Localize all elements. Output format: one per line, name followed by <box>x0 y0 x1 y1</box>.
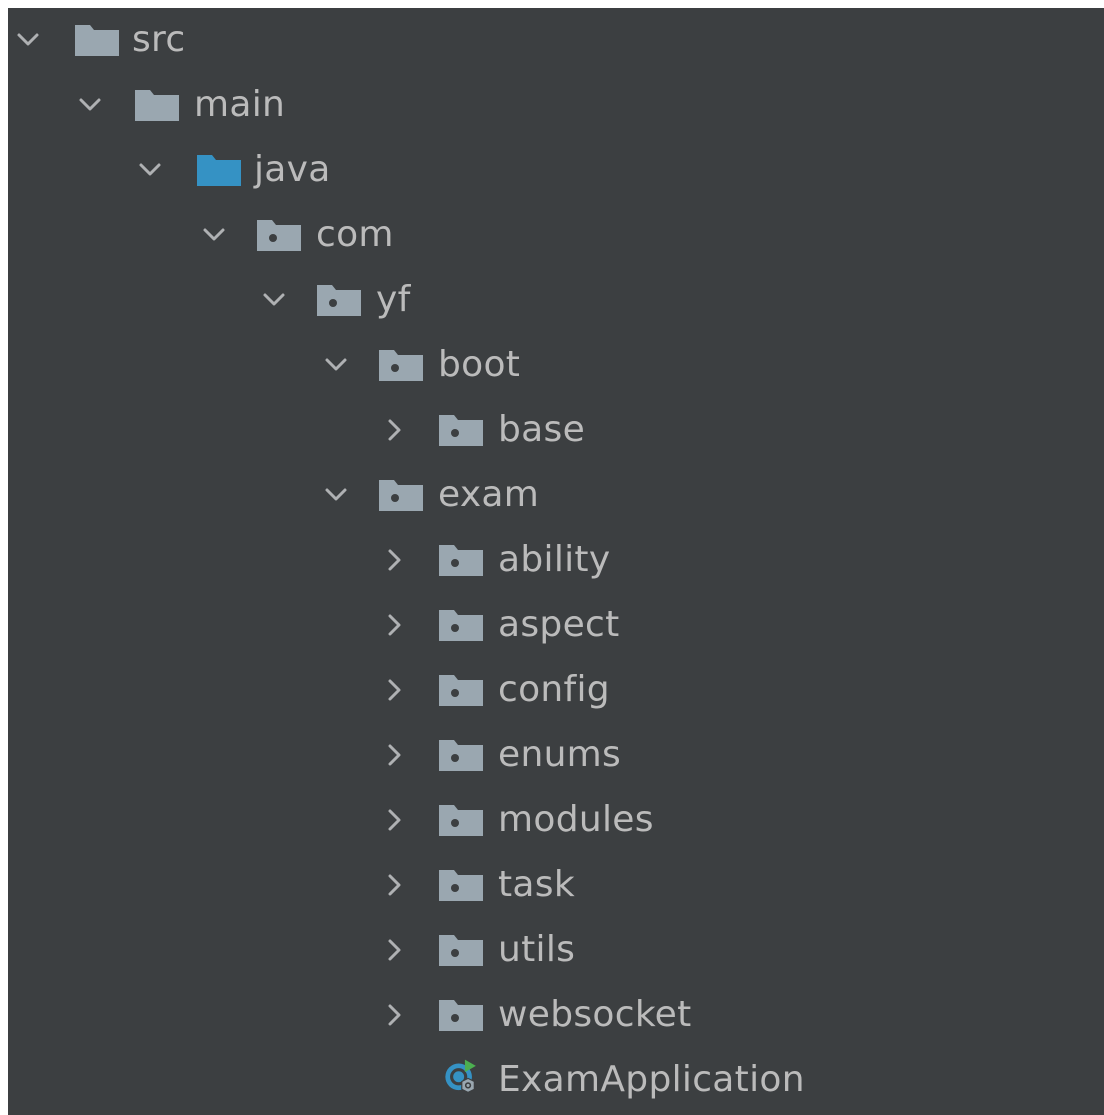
tree-node-label: enums <box>498 734 622 775</box>
chevron-right-icon[interactable] <box>376 932 412 968</box>
chevron-down-icon[interactable] <box>256 282 292 318</box>
chevron-down-icon[interactable] <box>132 152 168 188</box>
tree-node-label: yf <box>376 279 411 320</box>
tree-node-label: aspect <box>498 604 620 645</box>
tree-node-label: java <box>254 149 331 190</box>
package-icon <box>438 802 484 838</box>
chevron-right-icon[interactable] <box>376 802 412 838</box>
project-tree-panel: src main java com yf boot base exam abil… <box>8 8 1104 1115</box>
tree-node-base[interactable]: base <box>8 398 1104 463</box>
tree-node-yf[interactable]: yf <box>8 268 1104 333</box>
tree-node-label: config <box>498 669 610 710</box>
chevron-down-icon[interactable] <box>196 217 232 253</box>
chevron-right-icon[interactable] <box>376 412 412 448</box>
tree-node-modules[interactable]: modules <box>8 788 1104 853</box>
tree-node-label: websocket <box>498 994 692 1035</box>
tree-node-utils[interactable]: utils <box>8 918 1104 983</box>
tree-node-src[interactable]: src <box>8 8 1104 73</box>
package-icon <box>438 737 484 773</box>
spring-boot-run-class-icon <box>438 1058 484 1104</box>
chevron-right-icon[interactable] <box>376 542 412 578</box>
chevron-right-icon[interactable] <box>376 607 412 643</box>
package-icon <box>316 282 362 318</box>
tree-node-label: utils <box>498 929 576 970</box>
tree-node-enums[interactable]: enums <box>8 723 1104 788</box>
folder-icon <box>74 22 120 58</box>
package-icon <box>438 867 484 903</box>
tree-node-label: base <box>498 409 586 450</box>
source-root-folder-icon <box>196 152 242 188</box>
tree-node-exam-application[interactable]: ExamApplication <box>8 1048 1104 1113</box>
chevron-down-icon[interactable] <box>10 22 46 58</box>
tree-node-label: exam <box>438 474 540 515</box>
package-icon <box>438 542 484 578</box>
package-icon <box>378 477 424 513</box>
tree-node-exam[interactable]: exam <box>8 463 1104 528</box>
chevron-down-icon[interactable] <box>318 477 354 513</box>
chevron-right-icon[interactable] <box>376 997 412 1033</box>
chevron-down-icon[interactable] <box>72 87 108 123</box>
tree-node-label: boot <box>438 344 521 385</box>
chevron-down-icon[interactable] <box>318 347 354 383</box>
tree-node-label: com <box>316 214 394 255</box>
package-icon <box>256 217 302 253</box>
tree-node-boot[interactable]: boot <box>8 333 1104 398</box>
tree-node-config[interactable]: config <box>8 658 1104 723</box>
tree-node-ability[interactable]: ability <box>8 528 1104 593</box>
tree-node-com[interactable]: com <box>8 203 1104 268</box>
tree-node-main[interactable]: main <box>8 73 1104 138</box>
package-icon <box>378 347 424 383</box>
package-icon <box>438 997 484 1033</box>
folder-icon <box>134 87 180 123</box>
tree-node-websocket[interactable]: websocket <box>8 983 1104 1048</box>
tree-node-java[interactable]: java <box>8 138 1104 203</box>
tree-node-task[interactable]: task <box>8 853 1104 918</box>
package-icon <box>438 412 484 448</box>
chevron-right-icon[interactable] <box>376 867 412 903</box>
tree-node-label: src <box>132 19 186 60</box>
tree-node-label: task <box>498 864 575 905</box>
package-icon <box>438 607 484 643</box>
tree-node-label: main <box>194 84 286 125</box>
tree-node-label: ability <box>498 539 611 580</box>
chevron-right-icon[interactable] <box>376 737 412 773</box>
chevron-right-icon[interactable] <box>376 672 412 708</box>
tree-node-label: modules <box>498 799 654 840</box>
package-icon <box>438 672 484 708</box>
tree-node-aspect[interactable]: aspect <box>8 593 1104 658</box>
package-icon <box>438 932 484 968</box>
tree-node-label: ExamApplication <box>498 1059 805 1100</box>
